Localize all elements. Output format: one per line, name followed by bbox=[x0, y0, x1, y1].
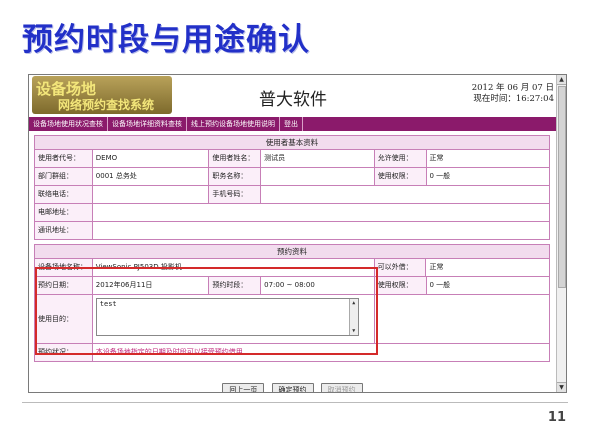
table-row: 使用目的： test ▲ ▼ bbox=[35, 295, 549, 344]
nav-detail-check[interactable]: 设备场地详细资料查核 bbox=[108, 117, 187, 131]
table-row: 联络电话： 手机号码： bbox=[35, 186, 549, 204]
lendable-value: 正常 bbox=[426, 259, 549, 276]
reservation-section: 预约资料 设备场地名称： ViewSonic PJ503D 投影机 可以外借： … bbox=[34, 244, 550, 362]
purpose-cell: test ▲ ▼ bbox=[92, 295, 375, 343]
app-logo: 设备场地 网络预约查找系统 bbox=[32, 76, 172, 114]
dept-label: 部门群组： bbox=[35, 168, 93, 185]
reserve-date-value: 2012年06月11日 bbox=[92, 277, 210, 294]
nav-logout[interactable]: 登出 bbox=[280, 117, 303, 131]
equipment-label: 设备场地名称： bbox=[35, 259, 93, 276]
scroll-up-icon[interactable]: ▲ bbox=[557, 75, 566, 85]
user-name-label: 使用者姓名： bbox=[209, 150, 262, 167]
email-label: 电邮地址： bbox=[35, 204, 93, 221]
allow-use-label: 允许使用： bbox=[374, 150, 427, 167]
purpose-text: test bbox=[99, 300, 117, 308]
lendable-label: 可以外借： bbox=[374, 259, 427, 276]
current-time: 现在时间：16:27:04 bbox=[473, 94, 554, 104]
table-row: 部门群组： 0001 总务处 职务名称： 使用权限： 0 一般 bbox=[35, 168, 550, 186]
user-level-label: 使用权限： bbox=[374, 168, 427, 185]
address-value bbox=[92, 222, 549, 239]
scroll-down-icon[interactable]: ▼ bbox=[557, 382, 566, 392]
confirm-reservation-button[interactable]: 确定预约 bbox=[271, 383, 314, 392]
footer-divider bbox=[22, 402, 568, 403]
logo-line2: 网络预约查找系统 bbox=[58, 98, 155, 112]
scroll-up-icon[interactable]: ▲ bbox=[350, 299, 358, 307]
address-label: 通讯地址： bbox=[35, 222, 93, 239]
nav-usage-check[interactable]: 设备场地使用状况查核 bbox=[29, 117, 108, 131]
allow-use-value: 正常 bbox=[426, 150, 550, 167]
table-row: 预约状况： 本设备场地指定的日期及时段可以接受预约借用 bbox=[35, 344, 549, 361]
slide-title: 预约时段与用途确认 bbox=[22, 22, 310, 58]
user-name-value: 测试员 bbox=[261, 150, 375, 167]
page-scrollbar[interactable]: ▲ ▼ bbox=[556, 75, 566, 392]
browser-window: 设备场地 网络预约查找系统 普大软件 2012 年 06 月 07 日 现在时间… bbox=[28, 74, 567, 393]
user-section-heading: 使用者基本资料 bbox=[35, 136, 549, 150]
equipment-value: ViewSonic PJ503D 投影机 bbox=[92, 259, 375, 276]
date-time: 2012 年 06 月 07 日 现在时间：16:27:04 bbox=[472, 83, 554, 105]
nav-bar: 设备场地使用状况查核 设备场地详细资料查核 线上预约设备场地使用说明 登出 bbox=[29, 117, 556, 131]
phone-label: 联络电话： bbox=[35, 186, 93, 203]
purpose-textarea[interactable]: test ▲ ▼ bbox=[95, 298, 359, 336]
table-row: 设备场地名称： ViewSonic PJ503D 投影机 可以外借： 正常 bbox=[35, 259, 549, 277]
prev-page-button[interactable]: 回上一页 bbox=[222, 383, 265, 392]
user-code-label: 使用者代号： bbox=[35, 150, 93, 167]
job-title-label: 职务名称： bbox=[209, 168, 262, 185]
reserve-period-label: 预约时段： bbox=[209, 277, 262, 294]
status-label: 预约状况： bbox=[35, 344, 93, 361]
cancel-reservation-button[interactable]: 取消预约 bbox=[320, 383, 363, 392]
phone-value bbox=[92, 186, 210, 203]
user-level-value: 0 一般 bbox=[426, 168, 550, 185]
current-date: 2012 年 06 月 07 日 bbox=[471, 83, 554, 93]
app-header: 设备场地 网络预约查找系统 普大软件 2012 年 06 月 07 日 现在时间… bbox=[29, 75, 556, 117]
brand-name: 普大软件 bbox=[259, 90, 327, 110]
main-content: 使用者基本资料 使用者代号： DEMO 使用者姓名： 测试员 允许使用： 正常 … bbox=[34, 135, 550, 366]
purpose-spacer bbox=[374, 295, 549, 343]
nav-online-help[interactable]: 线上预约设备场地使用说明 bbox=[187, 117, 280, 131]
scroll-down-icon[interactable]: ▼ bbox=[350, 327, 358, 335]
table-row: 通讯地址： bbox=[35, 222, 549, 239]
page-number: 11 bbox=[547, 410, 566, 425]
email-value bbox=[92, 204, 549, 221]
textarea-scrollbar[interactable]: ▲ ▼ bbox=[348, 299, 358, 335]
reserve-date-label: 预约日期： bbox=[35, 277, 93, 294]
button-row: 回上一页 确定预约 取消预约 bbox=[29, 377, 556, 392]
table-row: 电邮地址： bbox=[35, 204, 549, 222]
purpose-label: 使用目的： bbox=[35, 295, 93, 343]
scroll-thumb[interactable] bbox=[558, 86, 566, 288]
user-info-section: 使用者基本资料 使用者代号： DEMO 使用者姓名： 测试员 允许使用： 正常 … bbox=[34, 135, 550, 240]
reserve-period-value: 07:00 ~ 08:00 bbox=[261, 277, 375, 294]
job-title-value bbox=[261, 168, 375, 185]
user-code-value: DEMO bbox=[92, 150, 210, 167]
reserve-level-value: 0 一般 bbox=[426, 277, 550, 294]
status-value: 本设备场地指定的日期及时段可以接受预约借用 bbox=[92, 344, 549, 361]
reserve-level-label: 使用权限： bbox=[374, 277, 427, 294]
table-row: 使用者代号： DEMO 使用者姓名： 测试员 允许使用： 正常 bbox=[35, 150, 550, 168]
mobile-label: 手机号码： bbox=[209, 186, 262, 203]
table-row: 预约日期： 2012年06月11日 预约时段： 07:00 ~ 08:00 使用… bbox=[35, 277, 550, 295]
mobile-value bbox=[261, 186, 549, 203]
reserve-section-heading: 预约资料 bbox=[35, 245, 549, 259]
dept-value: 0001 总务处 bbox=[92, 168, 210, 185]
